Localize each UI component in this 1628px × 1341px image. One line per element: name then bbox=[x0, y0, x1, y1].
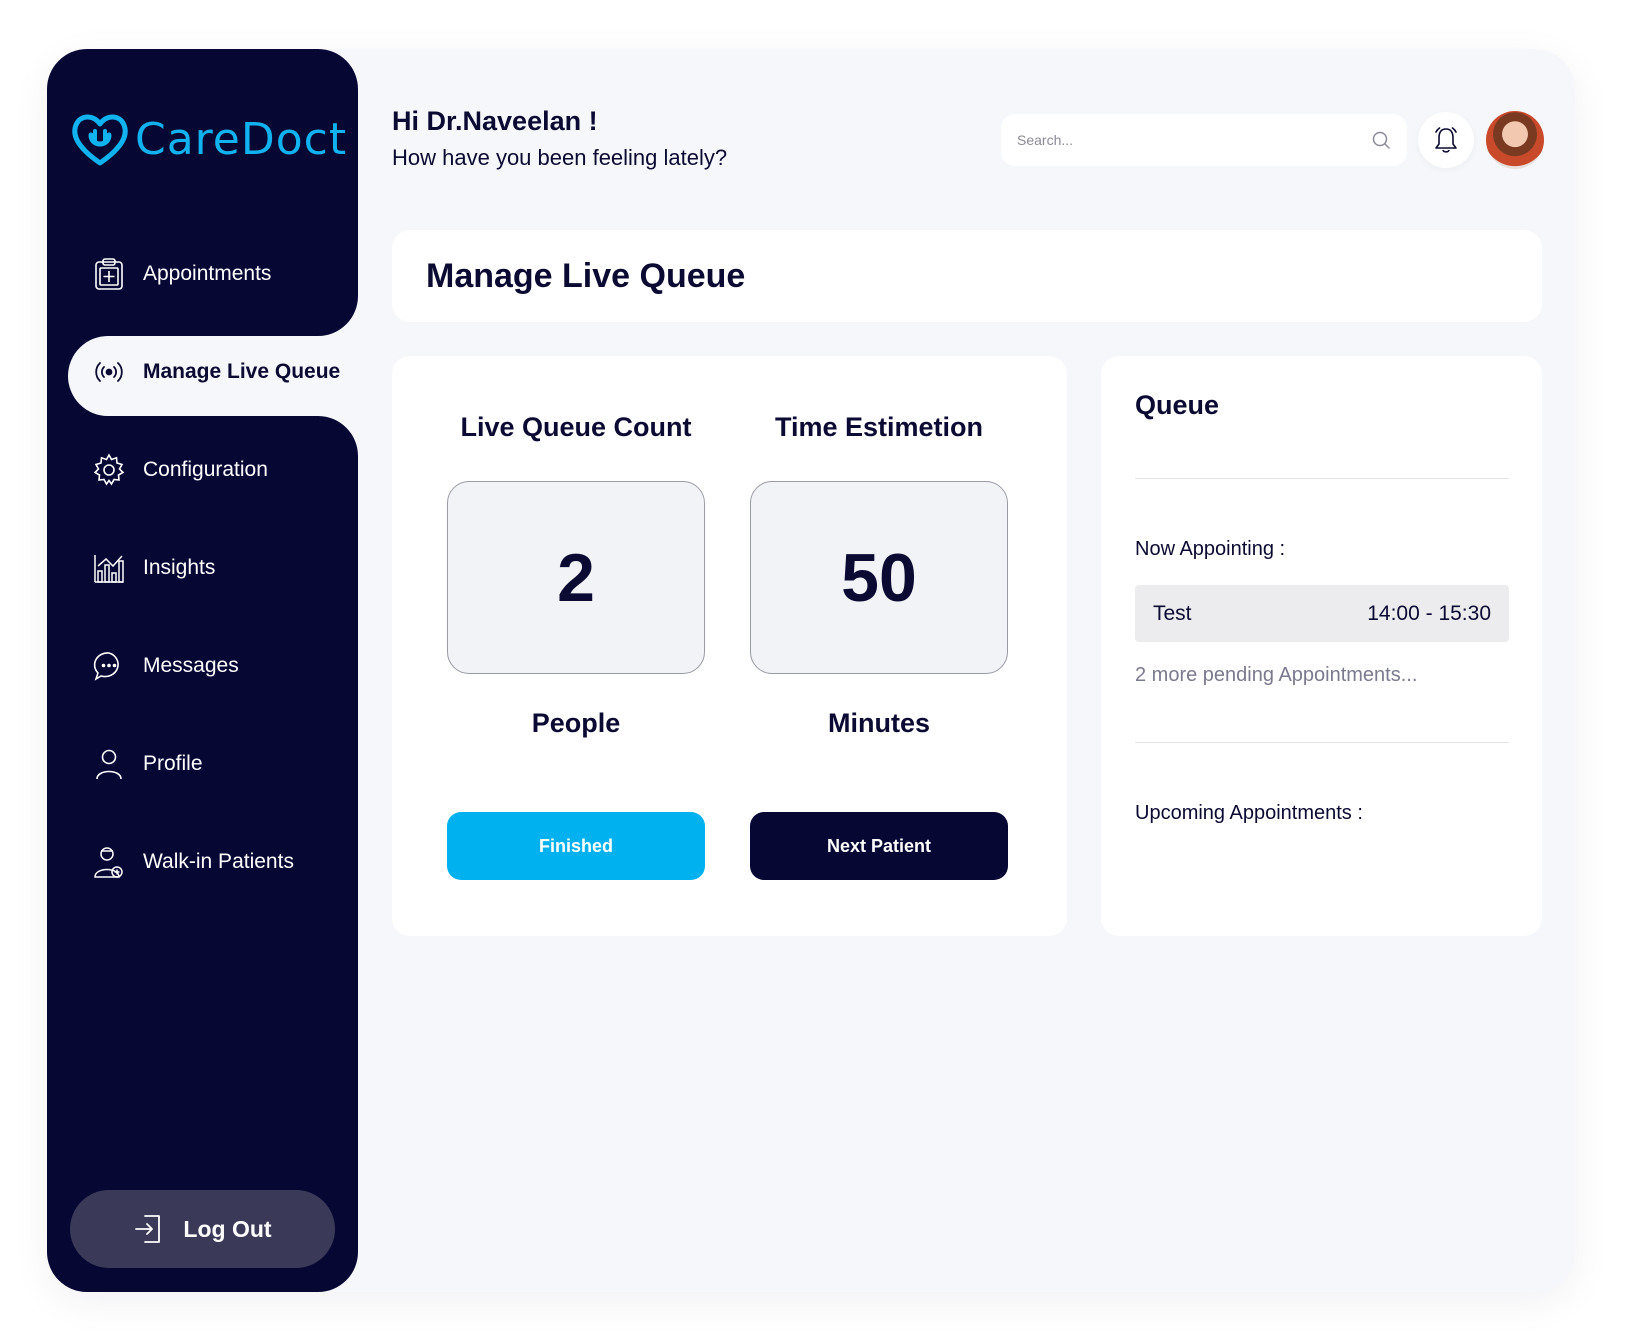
doctor-icon bbox=[92, 845, 126, 879]
sidebar-item-label: Manage Live Queue bbox=[143, 360, 341, 383]
logout-icon bbox=[135, 1215, 161, 1243]
time-estimation-unit: Minutes bbox=[827, 708, 930, 738]
broadcast-icon bbox=[92, 355, 126, 389]
finished-button[interactable]: Finished bbox=[447, 812, 705, 880]
queue-count-value: 2 bbox=[557, 539, 595, 616]
notifications-button[interactable] bbox=[1418, 112, 1474, 168]
queue-title: Queue bbox=[1135, 390, 1220, 420]
user-icon bbox=[92, 747, 126, 781]
queue-count-display: 2 bbox=[447, 481, 705, 674]
search-icon[interactable] bbox=[1371, 130, 1391, 150]
sidebar-item-label: Insights bbox=[143, 556, 216, 579]
bell-icon bbox=[1435, 127, 1457, 153]
sidebar-item-label: Messages bbox=[143, 654, 239, 677]
clipboard-medical-icon bbox=[92, 257, 126, 291]
queue-count-unit: People bbox=[531, 708, 621, 738]
sidebar-item-label: Appointments bbox=[143, 262, 272, 285]
logout-label: Log Out bbox=[183, 1215, 272, 1242]
sidebar-item-manage-live-queue[interactable]: Manage Live Queue bbox=[47, 343, 358, 401]
search-bar[interactable] bbox=[1001, 114, 1407, 166]
upcoming-appointments-label: Upcoming Appointments : bbox=[1135, 802, 1363, 824]
sidebar-item-label: Configuration bbox=[143, 458, 268, 481]
now-appointing-name: Test bbox=[1153, 601, 1192, 625]
next-patient-button[interactable]: Next Patient bbox=[750, 812, 1008, 880]
now-appointing-row[interactable]: Test 14:00 - 15:30 bbox=[1135, 585, 1509, 642]
user-avatar[interactable] bbox=[1486, 111, 1544, 169]
gear-icon bbox=[92, 453, 126, 487]
page-title: Manage Live Queue bbox=[426, 256, 746, 295]
pending-appointments-link[interactable]: 2 more pending Appointments... bbox=[1135, 664, 1417, 687]
logout-button[interactable]: Log Out bbox=[70, 1190, 335, 1268]
sidebar-item-insights[interactable]: Insights bbox=[47, 539, 358, 597]
sidebar-item-messages[interactable]: Messages bbox=[47, 637, 358, 695]
sidebar-item-label: Profile bbox=[143, 752, 203, 775]
sidebar-item-label: Walk-in Patients bbox=[143, 850, 294, 873]
time-estimation-value: 50 bbox=[841, 539, 917, 616]
now-appointing-label: Now Appointing : bbox=[1135, 538, 1286, 560]
page-title-card: Manage Live Queue bbox=[392, 230, 1542, 322]
greeting-title: Hi Dr.Naveelan ! bbox=[392, 106, 598, 136]
live-queue-card: Live Queue Count Time Estimetion 2 50 Pe… bbox=[392, 356, 1067, 936]
divider bbox=[1135, 478, 1509, 479]
time-estimation-heading: Time Estimetion bbox=[774, 412, 984, 442]
brand-name: CareDoct bbox=[135, 113, 348, 165]
now-appointing-time: 14:00 - 15:30 bbox=[1367, 601, 1491, 625]
queue-card: Queue Now Appointing : Test 14:00 - 15:3… bbox=[1101, 356, 1542, 936]
heart-logo-icon bbox=[72, 114, 128, 166]
sidebar-item-configuration[interactable]: Configuration bbox=[47, 441, 358, 499]
search-input[interactable] bbox=[1017, 132, 1371, 148]
sidebar-item-walk-in-patients[interactable]: Walk-in Patients bbox=[47, 833, 358, 891]
brand-logo[interactable]: CareDoct bbox=[69, 111, 347, 167]
sidebar-item-appointments[interactable]: Appointments bbox=[47, 245, 358, 303]
bar-chart-icon bbox=[92, 551, 126, 585]
sidebar-item-profile[interactable]: Profile bbox=[47, 735, 358, 793]
greeting-subtitle: How have you been feeling lately? bbox=[392, 145, 728, 170]
time-estimation-display: 50 bbox=[750, 481, 1008, 674]
divider bbox=[1135, 742, 1509, 743]
live-queue-count-heading: Live Queue Count bbox=[460, 412, 692, 442]
chat-bubble-icon bbox=[92, 649, 126, 683]
